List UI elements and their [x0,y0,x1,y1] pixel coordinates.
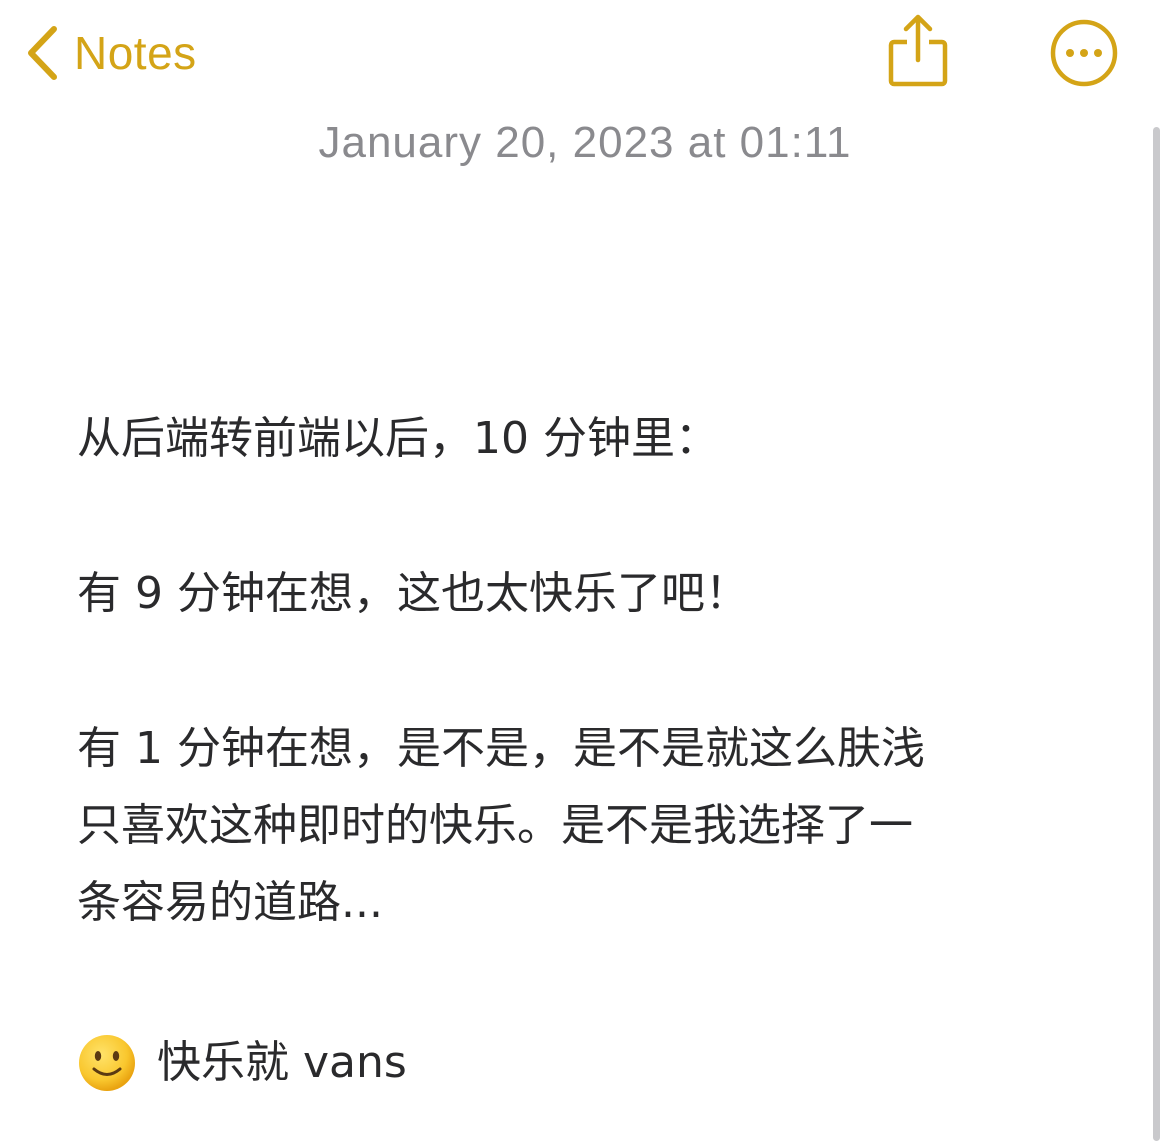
slightly-smiling-face-emoji [79,1034,135,1091]
note-timestamp: January 20, 2023 at 01:11 [318,118,852,167]
note-closing-line: 快乐就 vans [77,1024,1077,1101]
scrollbar[interactable] [1153,127,1160,1141]
back-button[interactable]: Notes [24,18,197,88]
navigation-bar: Notes [0,0,1170,110]
note-line: 有 9 分钟在想，这也太快乐了吧！ [77,568,749,619]
note-paragraph: 从后端转前端以后，10 分钟里： [77,400,1077,477]
back-label: Notes [74,27,197,79]
more-button[interactable] [1048,17,1120,89]
note-line: 有 1 分钟在想，是不是，是不是就这么肤浅 [77,723,925,774]
share-button[interactable] [885,12,951,90]
share-icon [888,14,948,87]
ellipsis-circle-icon [1050,19,1118,87]
chevron-left-icon [28,26,57,80]
note-paragraph: 有 1 分钟在想，是不是，是不是就这么肤浅 只喜欢这种即时的快乐。是不是我选择了… [77,710,1077,941]
note-paragraph: 有 9 分钟在想，这也太快乐了吧！ [77,555,1077,632]
note-line: 条容易的道路... [77,877,383,928]
note-line: 只喜欢这种即时的快乐。是不是我选择了一 [77,800,913,851]
note-line: 从后端转前端以后，10 分钟里： [77,413,719,464]
closing-text: 快乐就 vans [157,1037,407,1088]
